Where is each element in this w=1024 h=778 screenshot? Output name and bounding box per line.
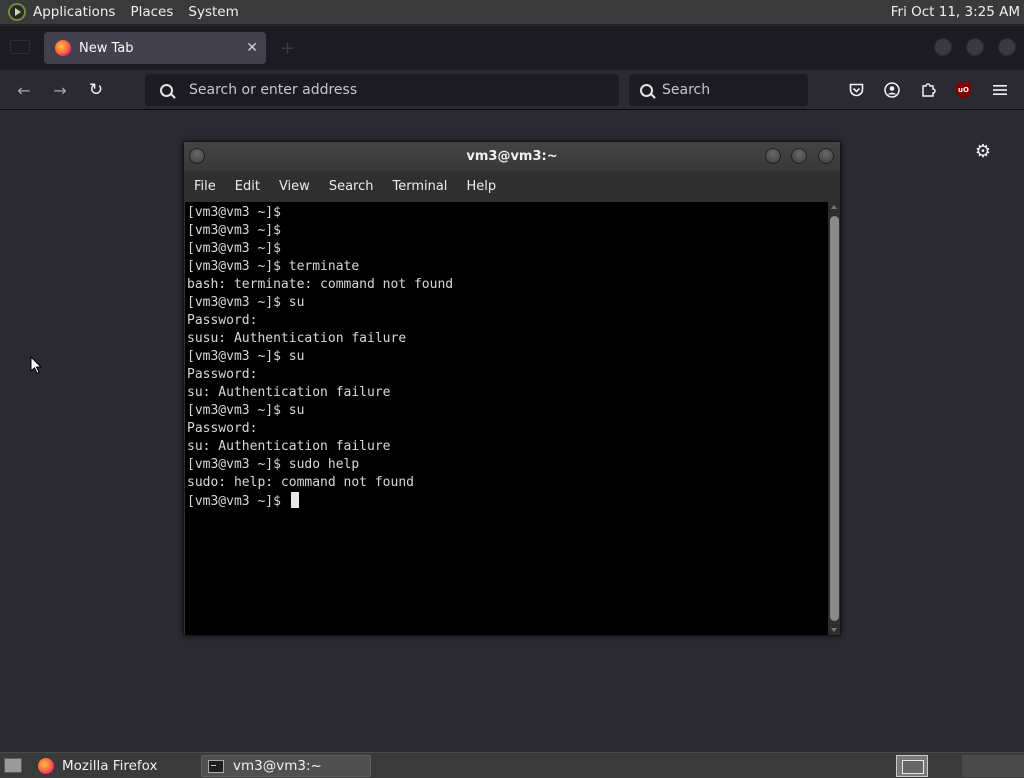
minimize-window-icon[interactable] bbox=[765, 148, 781, 164]
terminal-line: Password: bbox=[187, 421, 258, 436]
tab-title: New Tab bbox=[79, 40, 134, 56]
terminal-line: susu: Authentication failure bbox=[187, 331, 407, 346]
terminal-menubar: File Edit View Search Terminal Help bbox=[184, 171, 840, 201]
window-menu-icon[interactable] bbox=[189, 148, 205, 164]
terminal-titlebar[interactable]: vm3@vm3:~ bbox=[184, 142, 840, 171]
workspace-switcher-2[interactable] bbox=[962, 755, 1024, 777]
search-icon bbox=[160, 83, 173, 97]
search-input[interactable]: Search bbox=[629, 74, 808, 106]
menu-edit[interactable]: Edit bbox=[235, 179, 260, 194]
menu-view[interactable]: View bbox=[279, 179, 310, 194]
terminal-line: Password: bbox=[187, 367, 258, 382]
address-placeholder: Search or enter address bbox=[189, 82, 358, 98]
terminal-prompt-line[interactable]: [vm3@vm3 ~]$ bbox=[187, 492, 828, 510]
menu-help[interactable]: Help bbox=[466, 179, 496, 194]
terminal-line: [vm3@vm3 ~]$ bbox=[187, 223, 281, 238]
applications-menu[interactable]: Applications bbox=[33, 4, 115, 20]
maximize-window-icon[interactable] bbox=[791, 148, 807, 164]
address-input[interactable]: Search or enter address bbox=[145, 74, 619, 106]
text-cursor bbox=[290, 492, 299, 508]
taskbar-item-label: Mozilla Firefox bbox=[62, 758, 158, 774]
terminal-line: [vm3@vm3 ~]$ su bbox=[187, 295, 305, 310]
terminal-line: [vm3@vm3 ~]$ su bbox=[187, 403, 305, 418]
taskbar-item-label: vm3@vm3:~ bbox=[233, 758, 322, 774]
terminal-line: [vm3@vm3 ~]$ sudo help bbox=[187, 457, 360, 472]
terminal-line: [vm3@vm3 ~]$ bbox=[187, 205, 281, 220]
reload-icon[interactable]: ↻ bbox=[84, 78, 108, 102]
show-desktop-icon[interactable] bbox=[4, 758, 22, 773]
gear-icon[interactable]: ⚙ bbox=[973, 142, 993, 162]
browser-nav-bar: ← → ↻ Search or enter address Search uO bbox=[0, 70, 1024, 110]
arrow-right-icon[interactable]: → bbox=[48, 78, 72, 102]
terminal-line: sudo: help: command not found bbox=[187, 475, 414, 490]
maximize-window-icon[interactable] bbox=[966, 38, 984, 56]
taskbar-item-terminal[interactable]: vm3@vm3:~ bbox=[201, 755, 371, 777]
extensions-icon[interactable] bbox=[917, 79, 939, 101]
hamburger-menu-icon[interactable] bbox=[989, 79, 1011, 101]
terminal-screen[interactable]: [vm3@vm3 ~]$ [vm3@vm3 ~]$ [vm3@vm3 ~]$ [… bbox=[185, 202, 828, 635]
terminal-prompt: [vm3@vm3 ~]$ bbox=[187, 494, 289, 509]
workspace-switcher-1[interactable] bbox=[896, 755, 928, 777]
ublock-origin-icon[interactable]: uO bbox=[956, 82, 971, 98]
minimize-window-icon[interactable] bbox=[934, 38, 952, 56]
terminal-scrollbar[interactable] bbox=[828, 202, 840, 635]
distro-logo-icon[interactable] bbox=[8, 3, 26, 21]
menu-file[interactable]: File bbox=[194, 179, 216, 194]
firefox-icon bbox=[38, 758, 54, 774]
new-tab-icon[interactable]: + bbox=[280, 38, 295, 59]
browser-tab-bar: New Tab ✕ + bbox=[0, 26, 1024, 70]
terminal-line: su: Authentication failure bbox=[187, 385, 391, 400]
arrow-left-icon[interactable]: ← bbox=[12, 78, 36, 102]
search-icon bbox=[640, 83, 653, 97]
close-icon[interactable]: ✕ bbox=[246, 40, 258, 56]
bottom-taskbar: Mozilla Firefox vm3@vm3:~ bbox=[0, 752, 1024, 778]
search-placeholder: Search bbox=[662, 82, 711, 98]
terminal-line: Password: bbox=[187, 313, 258, 328]
pocket-icon[interactable] bbox=[845, 79, 867, 101]
taskbar-item-firefox[interactable]: Mozilla Firefox bbox=[32, 755, 197, 777]
firefox-icon bbox=[55, 40, 71, 56]
tab-new-tab[interactable]: New Tab ✕ bbox=[44, 32, 266, 64]
scroll-down-icon[interactable] bbox=[831, 628, 837, 632]
terminal-window[interactable]: vm3@vm3:~ File Edit View Search Terminal… bbox=[183, 141, 841, 636]
system-menu[interactable]: System bbox=[188, 4, 238, 20]
terminal-icon bbox=[208, 759, 224, 773]
menu-terminal[interactable]: Terminal bbox=[392, 179, 447, 194]
terminal-line: bash: terminate: command not found bbox=[187, 277, 454, 292]
close-window-icon[interactable] bbox=[998, 38, 1016, 56]
tab-overview-icon[interactable] bbox=[10, 40, 30, 54]
places-menu[interactable]: Places bbox=[130, 4, 173, 20]
account-icon[interactable] bbox=[881, 79, 903, 101]
close-window-icon[interactable] bbox=[818, 148, 834, 164]
scrollbar-thumb[interactable] bbox=[830, 216, 839, 621]
terminal-line: [vm3@vm3 ~]$ terminate bbox=[187, 259, 360, 274]
terminal-line: su: Authentication failure bbox=[187, 439, 391, 454]
terminal-line: [vm3@vm3 ~]$ bbox=[187, 241, 281, 256]
window-title: vm3@vm3:~ bbox=[466, 149, 558, 164]
terminal-line: [vm3@vm3 ~]$ su bbox=[187, 349, 305, 364]
scroll-up-icon[interactable] bbox=[831, 205, 837, 209]
top-system-panel: Applications Places System Fri Oct 11, 3… bbox=[0, 0, 1024, 25]
clock[interactable]: Fri Oct 11, 3:25 AM bbox=[891, 4, 1020, 20]
menu-search[interactable]: Search bbox=[329, 179, 374, 194]
